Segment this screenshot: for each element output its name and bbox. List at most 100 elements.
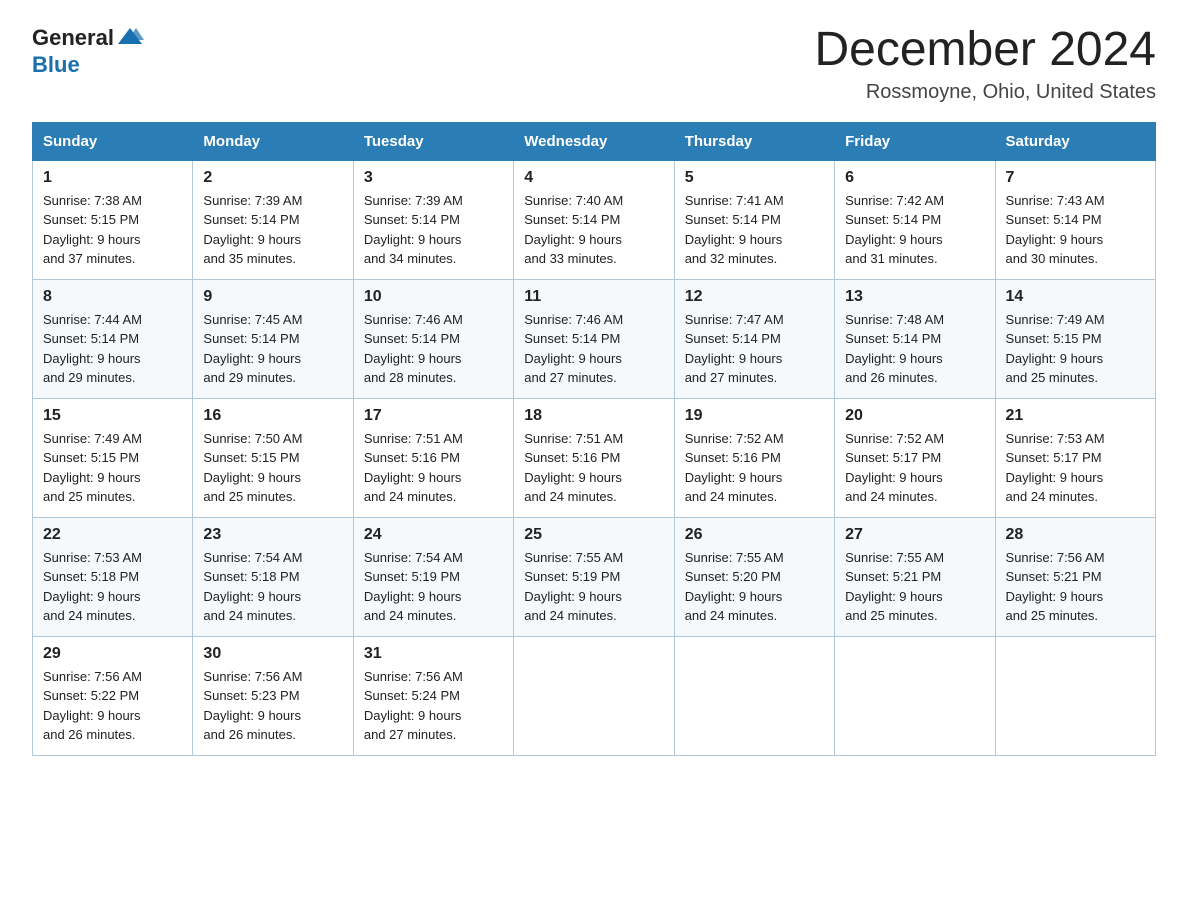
day-number: 22 [43,526,182,544]
day-number: 10 [364,288,503,306]
calendar-cell: 28 Sunrise: 7:56 AM Sunset: 5:21 PM Dayl… [995,517,1155,636]
day-info: Sunrise: 7:53 AM Sunset: 5:17 PM Dayligh… [1006,429,1145,507]
day-info: Sunrise: 7:43 AM Sunset: 5:14 PM Dayligh… [1006,191,1145,269]
day-info: Sunrise: 7:49 AM Sunset: 5:15 PM Dayligh… [1006,310,1145,388]
day-info: Sunrise: 7:51 AM Sunset: 5:16 PM Dayligh… [364,429,503,507]
day-info: Sunrise: 7:41 AM Sunset: 5:14 PM Dayligh… [685,191,824,269]
calendar-cell: 7 Sunrise: 7:43 AM Sunset: 5:14 PM Dayli… [995,160,1155,279]
day-number: 4 [524,169,663,187]
page-header: General Blue December 2024 Rossmoyne, Oh… [32,24,1156,104]
day-number: 25 [524,526,663,544]
day-number: 16 [203,407,342,425]
calendar-body: 1 Sunrise: 7:38 AM Sunset: 5:15 PM Dayli… [33,160,1156,755]
col-saturday: Saturday [995,122,1155,160]
calendar-cell: 30 Sunrise: 7:56 AM Sunset: 5:23 PM Dayl… [193,636,353,755]
day-number: 29 [43,645,182,663]
day-number: 1 [43,169,182,187]
calendar-cell: 1 Sunrise: 7:38 AM Sunset: 5:15 PM Dayli… [33,160,193,279]
day-number: 12 [685,288,824,306]
col-sunday: Sunday [33,122,193,160]
day-info: Sunrise: 7:55 AM Sunset: 5:21 PM Dayligh… [845,548,984,626]
day-info: Sunrise: 7:39 AM Sunset: 5:14 PM Dayligh… [364,191,503,269]
day-number: 17 [364,407,503,425]
day-info: Sunrise: 7:50 AM Sunset: 5:15 PM Dayligh… [203,429,342,507]
day-info: Sunrise: 7:40 AM Sunset: 5:14 PM Dayligh… [524,191,663,269]
day-number: 30 [203,645,342,663]
calendar-cell: 17 Sunrise: 7:51 AM Sunset: 5:16 PM Dayl… [353,398,513,517]
day-info: Sunrise: 7:46 AM Sunset: 5:14 PM Dayligh… [524,310,663,388]
day-number: 2 [203,169,342,187]
calendar-cell: 6 Sunrise: 7:42 AM Sunset: 5:14 PM Dayli… [835,160,995,279]
day-info: Sunrise: 7:53 AM Sunset: 5:18 PM Dayligh… [43,548,182,626]
day-info: Sunrise: 7:54 AM Sunset: 5:19 PM Dayligh… [364,548,503,626]
day-number: 23 [203,526,342,544]
day-info: Sunrise: 7:42 AM Sunset: 5:14 PM Dayligh… [845,191,984,269]
day-number: 19 [685,407,824,425]
day-info: Sunrise: 7:38 AM Sunset: 5:15 PM Dayligh… [43,191,182,269]
day-number: 21 [1006,407,1145,425]
calendar-cell: 31 Sunrise: 7:56 AM Sunset: 5:24 PM Dayl… [353,636,513,755]
day-info: Sunrise: 7:56 AM Sunset: 5:24 PM Dayligh… [364,667,503,745]
day-info: Sunrise: 7:55 AM Sunset: 5:19 PM Dayligh… [524,548,663,626]
day-info: Sunrise: 7:47 AM Sunset: 5:14 PM Dayligh… [685,310,824,388]
calendar-cell: 27 Sunrise: 7:55 AM Sunset: 5:21 PM Dayl… [835,517,995,636]
calendar-subtitle: Rossmoyne, Ohio, United States [814,81,1156,104]
logo-general-text: General [32,25,114,51]
calendar-cell: 24 Sunrise: 7:54 AM Sunset: 5:19 PM Dayl… [353,517,513,636]
calendar-cell: 18 Sunrise: 7:51 AM Sunset: 5:16 PM Dayl… [514,398,674,517]
day-number: 3 [364,169,503,187]
calendar-cell: 14 Sunrise: 7:49 AM Sunset: 5:15 PM Dayl… [995,279,1155,398]
calendar-cell: 9 Sunrise: 7:45 AM Sunset: 5:14 PM Dayli… [193,279,353,398]
calendar-cell: 5 Sunrise: 7:41 AM Sunset: 5:14 PM Dayli… [674,160,834,279]
calendar-cell: 12 Sunrise: 7:47 AM Sunset: 5:14 PM Dayl… [674,279,834,398]
calendar-cell [995,636,1155,755]
logo-icon [116,24,144,52]
calendar-cell: 15 Sunrise: 7:49 AM Sunset: 5:15 PM Dayl… [33,398,193,517]
day-number: 9 [203,288,342,306]
calendar-week-2: 8 Sunrise: 7:44 AM Sunset: 5:14 PM Dayli… [33,279,1156,398]
day-info: Sunrise: 7:45 AM Sunset: 5:14 PM Dayligh… [203,310,342,388]
calendar-header: Sunday Monday Tuesday Wednesday Thursday… [33,122,1156,160]
day-info: Sunrise: 7:49 AM Sunset: 5:15 PM Dayligh… [43,429,182,507]
day-info: Sunrise: 7:46 AM Sunset: 5:14 PM Dayligh… [364,310,503,388]
day-number: 24 [364,526,503,544]
col-monday: Monday [193,122,353,160]
day-number: 15 [43,407,182,425]
day-info: Sunrise: 7:48 AM Sunset: 5:14 PM Dayligh… [845,310,984,388]
calendar-week-3: 15 Sunrise: 7:49 AM Sunset: 5:15 PM Dayl… [33,398,1156,517]
day-info: Sunrise: 7:55 AM Sunset: 5:20 PM Dayligh… [685,548,824,626]
day-info: Sunrise: 7:56 AM Sunset: 5:22 PM Dayligh… [43,667,182,745]
calendar-cell: 22 Sunrise: 7:53 AM Sunset: 5:18 PM Dayl… [33,517,193,636]
day-info: Sunrise: 7:52 AM Sunset: 5:17 PM Dayligh… [845,429,984,507]
day-number: 11 [524,288,663,306]
day-info: Sunrise: 7:56 AM Sunset: 5:23 PM Dayligh… [203,667,342,745]
day-info: Sunrise: 7:52 AM Sunset: 5:16 PM Dayligh… [685,429,824,507]
calendar-week-1: 1 Sunrise: 7:38 AM Sunset: 5:15 PM Dayli… [33,160,1156,279]
day-number: 27 [845,526,984,544]
day-number: 26 [685,526,824,544]
day-number: 18 [524,407,663,425]
logo-blue-text: Blue [32,52,80,77]
calendar-table: Sunday Monday Tuesday Wednesday Thursday… [32,122,1156,756]
calendar-cell: 8 Sunrise: 7:44 AM Sunset: 5:14 PM Dayli… [33,279,193,398]
calendar-cell: 11 Sunrise: 7:46 AM Sunset: 5:14 PM Dayl… [514,279,674,398]
calendar-title: December 2024 [814,24,1156,77]
calendar-week-5: 29 Sunrise: 7:56 AM Sunset: 5:22 PM Dayl… [33,636,1156,755]
calendar-cell: 26 Sunrise: 7:55 AM Sunset: 5:20 PM Dayl… [674,517,834,636]
day-number: 20 [845,407,984,425]
day-info: Sunrise: 7:54 AM Sunset: 5:18 PM Dayligh… [203,548,342,626]
header-row: Sunday Monday Tuesday Wednesday Thursday… [33,122,1156,160]
calendar-cell: 21 Sunrise: 7:53 AM Sunset: 5:17 PM Dayl… [995,398,1155,517]
day-number: 28 [1006,526,1145,544]
day-number: 31 [364,645,503,663]
day-info: Sunrise: 7:44 AM Sunset: 5:14 PM Dayligh… [43,310,182,388]
title-section: December 2024 Rossmoyne, Ohio, United St… [814,24,1156,104]
day-number: 7 [1006,169,1145,187]
day-info: Sunrise: 7:56 AM Sunset: 5:21 PM Dayligh… [1006,548,1145,626]
calendar-cell: 4 Sunrise: 7:40 AM Sunset: 5:14 PM Dayli… [514,160,674,279]
calendar-week-4: 22 Sunrise: 7:53 AM Sunset: 5:18 PM Dayl… [33,517,1156,636]
day-info: Sunrise: 7:51 AM Sunset: 5:16 PM Dayligh… [524,429,663,507]
calendar-cell: 16 Sunrise: 7:50 AM Sunset: 5:15 PM Dayl… [193,398,353,517]
col-tuesday: Tuesday [353,122,513,160]
calendar-cell [674,636,834,755]
